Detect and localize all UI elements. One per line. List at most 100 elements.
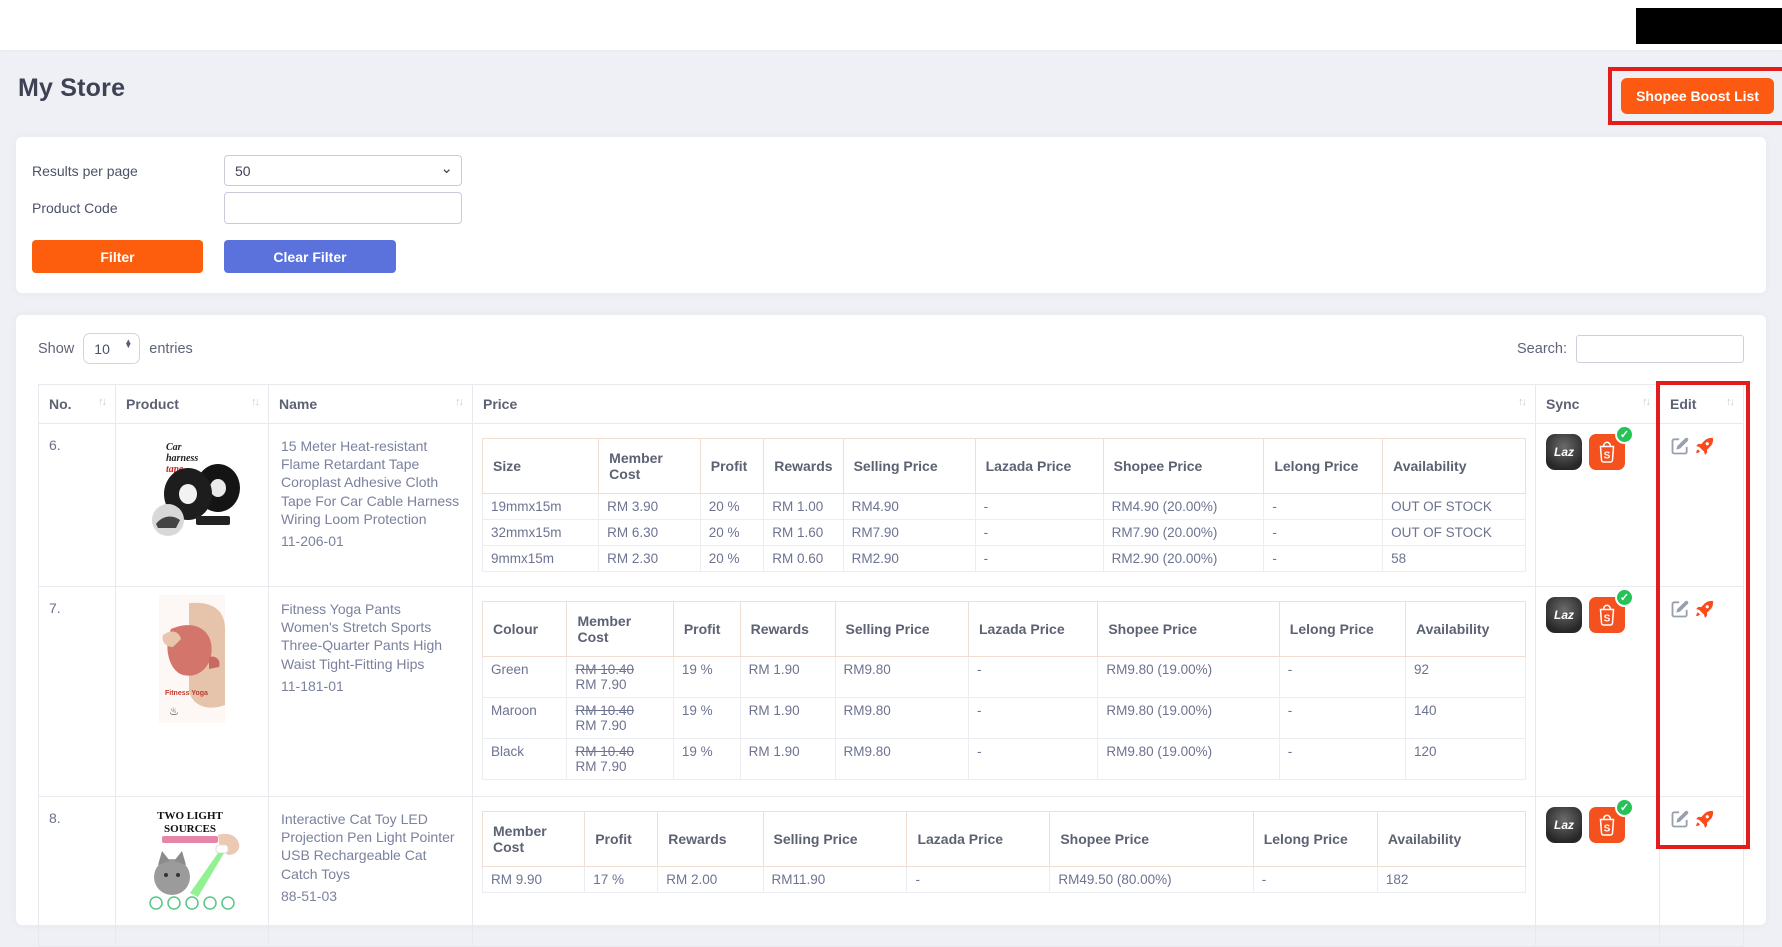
row-number: 8. (38, 796, 116, 947)
page-size-select[interactable]: 10 (83, 333, 141, 364)
price-row: Black RM 10.40 RM 7.90 19 % RM 1.90 RM9.80- RM… (481, 738, 1527, 780)
filter-button[interactable]: Filter (32, 240, 203, 273)
edit-cell (1659, 796, 1744, 947)
price-cell: RM 1.90 (739, 656, 836, 698)
product-image-cell: Car harness tape (115, 423, 269, 587)
lazada-icon[interactable]: Laz (1546, 434, 1582, 470)
price-col-header: Profit (584, 811, 659, 867)
price-cell: - (1263, 493, 1384, 520)
results-per-page-select[interactable]: 50 (224, 155, 462, 186)
product-image: Car harness tape (136, 432, 248, 544)
column-header-no[interactable]: No. ↑↓ (38, 384, 116, 424)
svg-text:♨: ♨ (169, 706, 179, 718)
edit-pencil-icon[interactable] (1670, 436, 1690, 456)
product-name: Interactive Cat Toy LED Projection Pen L… (281, 811, 455, 882)
column-header-product[interactable]: Product ↑↓ (115, 384, 269, 424)
search-label: Search: (1517, 340, 1567, 357)
price-cell: RM9.80 (19.00%) (1097, 656, 1280, 698)
filter-panel: Results per page 50 ⌄ Product Code Filte… (16, 137, 1766, 293)
price-cell: RM7.90 (20.00%) (1102, 519, 1265, 546)
price-cell: - (1278, 697, 1406, 739)
product-code: 11-206-01 (281, 532, 344, 549)
boost-rocket-icon[interactable] (1695, 436, 1715, 456)
price-cell: Green (481, 656, 568, 698)
price-cell: 19 % (672, 656, 741, 698)
product-name: 15 Meter Heat-resistant Flame Retardant … (281, 438, 460, 527)
price-cell: RM9.80 (834, 656, 969, 698)
price-cell: RM 10.40 RM 7.90 (566, 738, 674, 780)
boost-rocket-icon[interactable] (1695, 809, 1715, 829)
price-cell: RM4.90 (20.00%) (1102, 493, 1265, 520)
price-col-header: Rewards (657, 811, 764, 867)
svg-text:Car: Car (166, 442, 182, 453)
new-price: RM 7.90 (575, 759, 627, 774)
sync-cell: Laz S ✓ (1535, 423, 1660, 587)
price-cell: 9mmx15m (481, 545, 600, 572)
price-col-header: Lazada Price (906, 811, 1051, 867)
sync-cell: Laz S ✓ (1535, 796, 1660, 947)
column-header-price[interactable]: Price ↑↓ (472, 384, 1536, 424)
old-price: RM 10.40 (575, 662, 634, 677)
price-cell: 120 (1404, 738, 1527, 780)
edit-pencil-icon[interactable] (1670, 599, 1690, 619)
price-row: 32mmx15m RM 6.30 20 % RM 1.60 RM7.90- RM7.90 … (481, 519, 1526, 546)
product-name: Fitness Yoga Pants Women's Stretch Sport… (281, 601, 443, 672)
column-header-sync[interactable]: Sync ↑↓ (1535, 384, 1660, 424)
price-cell: RM 2.30 (598, 545, 701, 572)
edit-pencil-icon[interactable] (1670, 809, 1690, 829)
price-cell: RM9.80 (834, 738, 969, 780)
price-row: 9mmx15m RM 2.30 20 % RM 0.60 RM2.90- RM2.90 (… (481, 545, 1526, 572)
price-details-cell: Size Member Cost Profit Rewards Selling Pric… (472, 423, 1536, 587)
row-number: 6. (38, 423, 116, 587)
price-cell: RM 6.30 (598, 519, 701, 546)
price-table: Size Member Cost Profit Rewards Selling Pric… (481, 438, 1526, 572)
sort-icon: ↑↓ (1726, 396, 1735, 408)
price-cell: RM2.90 (842, 545, 976, 572)
sort-icon: ↑↓ (1642, 396, 1651, 408)
boost-rocket-icon[interactable] (1695, 599, 1715, 619)
price-cell: 58 (1382, 545, 1526, 572)
price-col-header: Availability (1404, 601, 1527, 657)
old-price: RM 10.40 (575, 703, 634, 718)
clear-filter-button[interactable]: Clear Filter (224, 240, 396, 273)
price-cell: RM7.90 (842, 519, 976, 546)
sync-success-check-icon: ✓ (1615, 798, 1634, 817)
svg-text:S: S (1604, 824, 1611, 835)
search-input[interactable] (1576, 334, 1744, 363)
product-code-input[interactable] (224, 192, 462, 224)
redacted-area (1636, 8, 1782, 44)
product-code: 11-181-01 (281, 677, 344, 694)
product-row: 6. Car harness tape 15 Meter Heat-resist… (38, 423, 1744, 587)
product-image-cell: Fitness Yoga ♨ (115, 586, 269, 797)
price-cell: - (906, 866, 1051, 893)
price-cell: 19 % (672, 738, 741, 780)
price-cell: RM9.80 (19.00%) (1097, 738, 1280, 780)
price-col-header: Colour (481, 601, 568, 657)
product-row: 7. Fitness Yoga ♨ Fitness Yoga Pants Wom… (38, 586, 1744, 797)
price-row: Green RM 10.40 RM 7.90 19 % RM 1.90 RM9.80- RM… (481, 656, 1527, 698)
price-cell: Black (481, 738, 568, 780)
column-header-edit[interactable]: Edit ↑↓ (1659, 384, 1744, 424)
lazada-icon[interactable]: Laz (1546, 597, 1582, 633)
row-number: 7. (38, 586, 116, 797)
product-row: 8. TWO LIGHT SOURCES Interactive Cat Toy… (38, 796, 1744, 947)
price-header-row: Colour Member Cost Profit Rewards Selling Pr… (481, 601, 1527, 657)
price-cell: RM 2.00 (657, 866, 764, 893)
price-col-header: Lelong Price (1252, 811, 1378, 867)
price-col-header: Availability (1382, 438, 1526, 494)
price-cell: 19mmx15m (481, 493, 600, 520)
price-col-header: Lelong Price (1278, 601, 1406, 657)
price-details-cell: Colour Member Cost Profit Rewards Selling Pr… (472, 586, 1536, 797)
price-cell: RM 1.60 (763, 519, 844, 546)
shopee-boost-list-button[interactable]: Shopee Boost List (1621, 78, 1774, 114)
lazada-icon[interactable]: Laz (1546, 807, 1582, 843)
price-col-header: Shopee Price (1102, 438, 1265, 494)
price-cell: - (1278, 656, 1406, 698)
sort-icon: ↑↓ (455, 396, 464, 408)
column-header-name[interactable]: Name ↑↓ (268, 384, 473, 424)
price-col-header: Rewards (763, 438, 844, 494)
price-cell: RM 1.90 (739, 697, 836, 739)
price-col-header: Lelong Price (1263, 438, 1384, 494)
price-col-header: Member Cost (566, 601, 674, 657)
price-cell: - (967, 656, 1099, 698)
